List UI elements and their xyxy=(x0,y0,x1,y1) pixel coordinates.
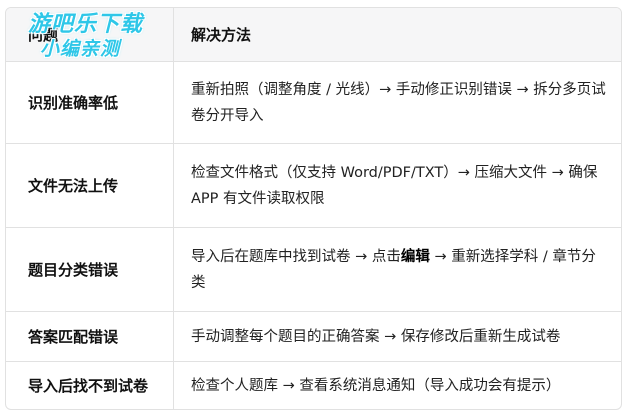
table-row: 识别准确率低 重新拍照（调整角度 / 光线）→ 手动修正识别错误 → 拆分多页试… xyxy=(6,62,621,144)
table-header-row: 问题 解决方法 xyxy=(6,8,621,62)
table-row: 导入后找不到试卷 检查个人题库 → 查看系统消息通知（导入成功会有提示） xyxy=(6,362,621,409)
problem-cell: 导入后找不到试卷 xyxy=(6,362,174,409)
solution-cell: 检查文件格式（仅支持 Word/PDF/TXT）→ 压缩大文件 → 确保 APP… xyxy=(174,144,621,227)
edit-keyword: 编辑 xyxy=(400,248,430,265)
solution-text-before: 导入后在题库中找到试卷 → 点击 xyxy=(191,248,401,265)
table-row: 答案匹配错误 手动调整每个题目的正确答案 → 保存修改后重新生成试卷 xyxy=(6,312,621,362)
troubleshooting-table: 问题 解决方法 识别准确率低 重新拍照（调整角度 / 光线）→ 手动修正识别错误… xyxy=(5,7,622,410)
problem-cell: 答案匹配错误 xyxy=(6,312,174,361)
solution-text: 检查文件格式（仅支持 Word/PDF/TXT）→ 压缩大文件 → 确保 APP… xyxy=(191,164,598,207)
solution-cell: 重新拍照（调整角度 / 光线）→ 手动修正识别错误 → 拆分多页试卷分开导入 xyxy=(174,62,621,143)
solution-text: 检查个人题库 → 查看系统消息通知（导入成功会有提示） xyxy=(191,377,561,394)
solution-cell: 手动调整每个题目的正确答案 → 保存修改后重新生成试卷 xyxy=(174,312,621,361)
table-row: 题目分类错误 导入后在题库中找到试卷 → 点击编辑 → 重新选择学科 / 章节分… xyxy=(6,228,621,312)
problem-cell: 题目分类错误 xyxy=(6,228,174,311)
header-problem: 问题 xyxy=(6,8,174,61)
solution-text: 导入后在题库中找到试卷 → 点击编辑 → 重新选择学科 / 章节分类 xyxy=(191,244,609,296)
header-solution: 解决方法 xyxy=(191,25,252,44)
problem-cell: 识别准确率低 xyxy=(6,62,174,143)
solution-cell: 导入后在题库中找到试卷 → 点击编辑 → 重新选择学科 / 章节分类 xyxy=(174,228,621,311)
solution-text: 手动调整每个题目的正确答案 → 保存修改后重新生成试卷 xyxy=(191,328,561,345)
solution-cell: 检查个人题库 → 查看系统消息通知（导入成功会有提示） xyxy=(174,362,621,409)
solution-text: 重新拍照（调整角度 / 光线）→ 手动修正识别错误 → 拆分多页试卷分开导入 xyxy=(191,81,606,124)
table-row: 文件无法上传 检查文件格式（仅支持 Word/PDF/TXT）→ 压缩大文件 →… xyxy=(6,144,621,228)
problem-cell: 文件无法上传 xyxy=(6,144,174,227)
page: 问题 解决方法 识别准确率低 重新拍照（调整角度 / 光线）→ 手动修正识别错误… xyxy=(0,0,629,418)
